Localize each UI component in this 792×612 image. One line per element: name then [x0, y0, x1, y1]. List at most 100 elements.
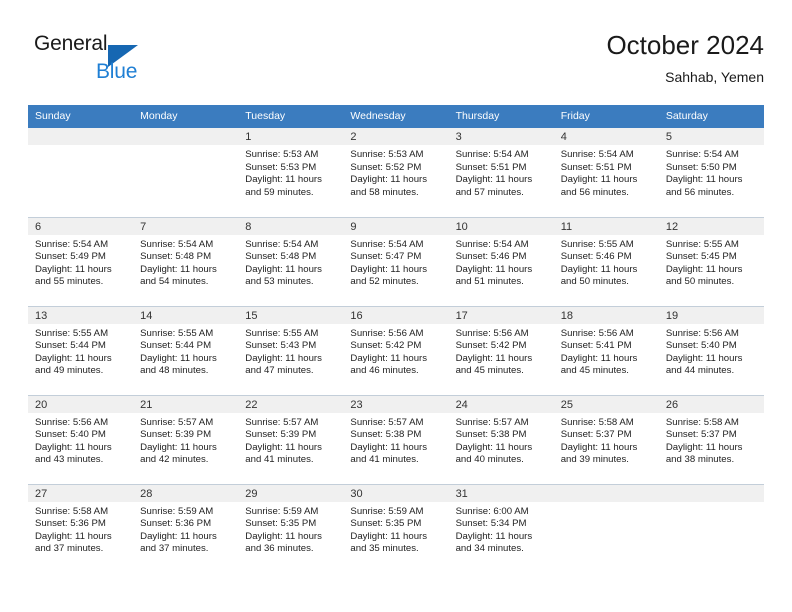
day-sunrise-text: Sunrise: 5:57 AM — [245, 416, 319, 428]
day-details: Sunrise: 5:54 AM Sunset: 5:51 PM Daylight:… — [554, 145, 659, 199]
day-number: 27 — [28, 484, 134, 502]
day-details: Sunrise: 5:54 AM Sunset: 5:47 PM Daylight:… — [343, 235, 448, 289]
day-number: 17 — [448, 306, 554, 324]
day-daylight1-text: Daylight: 11 hours — [35, 263, 112, 275]
day-daylight2-text: and 50 minutes. — [560, 276, 629, 288]
calendar-day-cell[interactable]: 24 Sunrise: 5:57 AM Sunset: 5:38 PM Dayligh… — [448, 394, 554, 484]
calendar-day-cell[interactable]: 13 Sunrise: 5:55 AM Sunset: 5:44 PM Dayligh… — [28, 305, 134, 395]
day-number: 3 — [448, 128, 554, 145]
day-details: Sunrise: 5:58 AM Sunset: 5:36 PM Daylight:… — [28, 502, 133, 556]
calendar-day-cell[interactable]: 18 Sunrise: 5:56 AM Sunset: 5:41 PM Dayligh… — [553, 305, 659, 395]
day-sunset-text: Sunset: 5:47 PM — [350, 251, 422, 263]
day-number — [658, 484, 764, 502]
day-number: 24 — [448, 395, 554, 413]
calendar-day-cell[interactable]: 25 Sunrise: 5:58 AM Sunset: 5:37 PM Dayligh… — [553, 394, 659, 484]
calendar-day-cell[interactable]: 20 Sunrise: 5:56 AM Sunset: 5:40 PM Dayligh… — [28, 394, 134, 484]
calendar-day-cell[interactable]: 3 Sunrise: 5:54 AM Sunset: 5:51 PM Daylight… — [448, 128, 554, 217]
day-number: 29 — [238, 484, 344, 502]
day-sunrise-text: Sunrise: 5:59 AM — [245, 505, 319, 517]
page-header: General Blue October 2024 Sahhab, Yemen — [28, 28, 764, 100]
day-number: 19 — [658, 306, 764, 324]
day-details: Sunrise: 5:55 AM Sunset: 5:44 PM Daylight:… — [133, 324, 238, 378]
day-daylight1-text: Daylight: 11 hours — [350, 352, 428, 364]
day-details: Sunrise: 5:58 AM Sunset: 5:37 PM Daylight:… — [659, 413, 764, 467]
calendar-grid: Sunday Monday Tuesday Wednesday Thursday Frid… — [28, 105, 764, 573]
calendar-day-cell[interactable]: 28 Sunrise: 5:59 AM Sunset: 5:36 PM Dayligh… — [133, 483, 239, 573]
day-daylight1-text: Daylight: 11 hours — [560, 352, 638, 364]
day-number: 4 — [553, 128, 659, 145]
calendar-day-cell[interactable]: 22 Sunrise: 5:57 AM Sunset: 5:39 PM Dayligh… — [238, 394, 344, 484]
day-details: Sunrise: 5:56 AM Sunset: 5:40 PM Daylight:… — [28, 413, 133, 467]
calendar-day-cell[interactable]: 31 Sunrise: 6:00 AM Sunset: 5:34 PM Dayligh… — [448, 483, 554, 573]
day-number — [553, 484, 659, 502]
day-sunset-text: Sunset: 5:38 PM — [455, 429, 527, 441]
day-number: 15 — [238, 306, 344, 324]
day-daylight2-text: and 45 minutes. — [455, 365, 524, 377]
day-sunrise-text: Sunrise: 5:56 AM — [665, 327, 739, 339]
calendar-day-cell[interactable]: 11 Sunrise: 5:55 AM Sunset: 5:46 PM Dayligh… — [553, 216, 659, 306]
calendar-day-cell[interactable]: 8 Sunrise: 5:54 AM Sunset: 5:48 PM Daylight… — [238, 216, 344, 306]
day-number: 18 — [553, 306, 659, 324]
calendar-day-cell[interactable]: 21 Sunrise: 5:57 AM Sunset: 5:39 PM Dayligh… — [133, 394, 239, 484]
day-details: Sunrise: 5:56 AM Sunset: 5:42 PM Daylight:… — [449, 324, 554, 378]
day-sunset-text: Sunset: 5:46 PM — [455, 251, 527, 263]
column-header-friday: Friday — [553, 105, 659, 128]
day-daylight2-text: and 51 minutes. — [455, 276, 524, 288]
day-daylight1-text: Daylight: 11 hours — [560, 441, 638, 453]
day-sunrise-text: Sunrise: 5:55 AM — [245, 327, 319, 339]
calendar-day-cell-empty — [133, 128, 239, 217]
day-daylight2-text: and 55 minutes. — [35, 276, 104, 288]
day-details: Sunrise: 5:59 AM Sunset: 5:35 PM Daylight:… — [343, 502, 448, 556]
calendar-day-cell[interactable]: 27 Sunrise: 5:58 AM Sunset: 5:36 PM Dayligh… — [28, 483, 134, 573]
day-daylight1-text: Daylight: 11 hours — [560, 174, 638, 186]
calendar-day-cell[interactable]: 19 Sunrise: 5:56 AM Sunset: 5:40 PM Dayligh… — [658, 305, 764, 395]
day-sunrise-text: Sunrise: 5:56 AM — [455, 327, 529, 339]
calendar-day-cell[interactable]: 29 Sunrise: 5:59 AM Sunset: 5:35 PM Dayligh… — [238, 483, 344, 573]
day-number: 5 — [658, 128, 764, 145]
calendar-day-cell[interactable]: 5 Sunrise: 5:54 AM Sunset: 5:50 PM Daylight… — [658, 128, 764, 217]
column-header-sunday: Sunday — [28, 105, 134, 128]
day-details: Sunrise: 5:55 AM Sunset: 5:45 PM Daylight:… — [659, 235, 764, 289]
calendar-day-cell[interactable]: 14 Sunrise: 5:55 AM Sunset: 5:44 PM Dayligh… — [133, 305, 239, 395]
day-sunset-text: Sunset: 5:43 PM — [245, 340, 317, 352]
day-daylight2-text: and 59 minutes. — [245, 186, 314, 198]
day-details: Sunrise: 5:56 AM Sunset: 5:41 PM Daylight:… — [554, 324, 659, 378]
day-sunset-text: Sunset: 5:40 PM — [35, 429, 106, 441]
day-number: 1 — [238, 128, 344, 145]
calendar-day-cell[interactable]: 26 Sunrise: 5:58 AM Sunset: 5:37 PM Dayligh… — [658, 394, 764, 484]
day-sunset-text: Sunset: 5:40 PM — [665, 340, 737, 352]
general-blue-logo[interactable]: General Blue — [34, 32, 214, 94]
day-daylight2-text: and 54 minutes. — [140, 276, 209, 288]
calendar-day-cell[interactable]: 16 Sunrise: 5:56 AM Sunset: 5:42 PM Dayligh… — [343, 305, 449, 395]
calendar-day-cell[interactable]: 30 Sunrise: 5:59 AM Sunset: 5:35 PM Dayligh… — [343, 483, 449, 573]
day-number — [133, 128, 239, 145]
day-number: 26 — [658, 395, 764, 413]
calendar-day-cell[interactable]: 7 Sunrise: 5:54 AM Sunset: 5:48 PM Daylight… — [133, 216, 239, 306]
day-details: Sunrise: 5:54 AM Sunset: 5:48 PM Daylight:… — [238, 235, 343, 289]
day-daylight2-text: and 49 minutes. — [35, 365, 104, 377]
calendar-day-cell[interactable]: 10 Sunrise: 5:54 AM Sunset: 5:46 PM Dayligh… — [448, 216, 554, 306]
day-details: Sunrise: 5:59 AM Sunset: 5:36 PM Daylight:… — [133, 502, 238, 556]
day-sunset-text: Sunset: 5:49 PM — [35, 251, 106, 263]
calendar-day-cell[interactable]: 15 Sunrise: 5:55 AM Sunset: 5:43 PM Dayligh… — [238, 305, 344, 395]
day-sunset-text: Sunset: 5:44 PM — [35, 340, 106, 352]
day-sunrise-text: Sunrise: 5:56 AM — [560, 327, 634, 339]
calendar-day-cell[interactable]: 1 Sunrise: 5:53 AM Sunset: 5:53 PM Daylight… — [238, 128, 344, 217]
calendar-day-cell[interactable]: 12 Sunrise: 5:55 AM Sunset: 5:45 PM Dayligh… — [658, 216, 764, 306]
column-header-saturday: Saturday — [658, 105, 764, 128]
day-daylight1-text: Daylight: 11 hours — [350, 441, 428, 453]
day-sunset-text: Sunset: 5:52 PM — [350, 161, 422, 173]
calendar-week-row: 6 Sunrise: 5:54 AM Sunset: 5:49 PM Daylight… — [28, 216, 764, 306]
calendar-body: 1 Sunrise: 5:53 AM Sunset: 5:53 PM Daylight… — [28, 128, 764, 573]
calendar-day-cell[interactable]: 9 Sunrise: 5:54 AM Sunset: 5:47 PM Daylight… — [343, 216, 449, 306]
day-sunset-text: Sunset: 5:50 PM — [665, 161, 737, 173]
calendar-day-cell[interactable]: 4 Sunrise: 5:54 AM Sunset: 5:51 PM Daylight… — [553, 128, 659, 217]
day-sunrise-text: Sunrise: 5:53 AM — [245, 149, 319, 160]
calendar-day-cell[interactable]: 2 Sunrise: 5:53 AM Sunset: 5:52 PM Daylight… — [343, 128, 449, 217]
day-number: 31 — [448, 484, 554, 502]
calendar-day-cell[interactable]: 17 Sunrise: 5:56 AM Sunset: 5:42 PM Dayligh… — [448, 305, 554, 395]
day-sunset-text: Sunset: 5:36 PM — [140, 518, 212, 530]
calendar-day-cell[interactable]: 23 Sunrise: 5:57 AM Sunset: 5:38 PM Dayligh… — [343, 394, 449, 484]
day-daylight2-text: and 52 minutes. — [350, 276, 419, 288]
calendar-day-cell[interactable]: 6 Sunrise: 5:54 AM Sunset: 5:49 PM Daylight… — [28, 216, 134, 306]
